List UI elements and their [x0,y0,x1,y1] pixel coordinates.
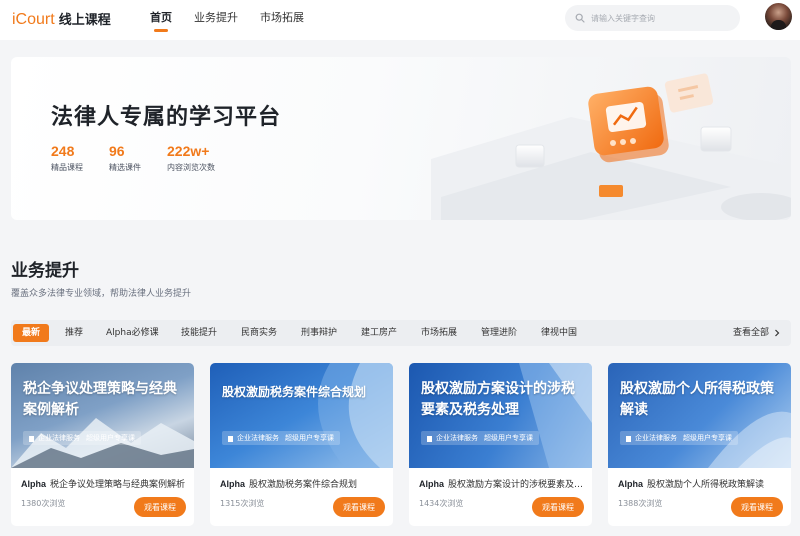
brand-name: iCourt [12,11,55,28]
stat-label: 精品课程 [51,163,83,172]
course-prefix: Alpha [220,479,246,489]
tag-category: 企业法律服务 [436,434,478,442]
tab-management[interactable]: 管理进阶 [481,324,517,342]
banner-illustration [431,73,791,220]
nav-home[interactable]: 首页 [150,0,172,40]
course-prefix: Alpha [618,479,644,489]
tab-alpha-required[interactable]: Alpha必修课 [106,324,159,342]
nav-business[interactable]: 业务提升 [194,0,238,40]
course-cover: 股权激励方案设计的涉税要素及税务处理 企业法律服务 超级用户专享课 [409,363,592,468]
tag-tier: 超级用户专享课 [285,434,334,442]
search-box[interactable] [565,5,740,31]
search-icon [575,13,585,23]
main-nav: 首页 业务提升 市场拓展 [150,0,326,40]
section-title: 业务提升 [11,261,79,281]
category-tabs: 最新 推荐 Alpha必修课 技能提升 民商实务 刑事辩护 建工房产 市场拓展 … [11,320,791,346]
stat-value: 248 [51,143,75,159]
course-tag: 企业法律服务 超级用户专享课 [421,431,539,445]
course-name: Alpha 股权激励个人所得税政策解读 [618,477,783,490]
tab-market-expansion[interactable]: 市场拓展 [421,324,457,342]
site-logo[interactable]: iCourt 线上课程 [12,9,111,29]
banner-stats: 248 精品课程 96 精选课件 222w+ 内容浏览次数 [51,143,241,173]
course-tag: 企业法律服务 超级用户专享课 [23,431,141,445]
course-card[interactable]: 股权激励方案设计的涉税要素及税务处理 企业法律服务 超级用户专享课 Alpha 股权… [409,363,592,526]
stat-value: 96 [109,143,125,159]
cover-background [318,363,393,468]
watch-course-button[interactable]: 观看课程 [532,497,584,517]
tab-construction-realestate[interactable]: 建工房产 [361,324,397,342]
stat-label: 内容浏览次数 [167,163,215,172]
course-cover-title: 税企争议处理策略与经典案例解析 [23,381,177,418]
tag-category: 企业法律服务 [635,434,677,442]
tab-skills[interactable]: 技能提升 [181,324,217,342]
stat-label: 精选课件 [109,163,141,172]
course-card[interactable]: 股权激励税务案件综合规划 企业法律服务 超级用户专享课 Alpha 股权激励税务案件… [210,363,393,526]
course-title: 股权激励个人所得税政策解读 [647,480,765,490]
watch-course-button[interactable]: 观看课程 [134,497,186,517]
course-title: 股权激励方案设计的涉税要素及税务处理 [448,480,584,490]
avatar[interactable] [765,3,792,30]
watch-course-button[interactable]: 观看课程 [333,497,385,517]
chevron-right-icon [775,329,780,337]
section-subtitle: 覆盖众多法律专业领域，帮助法律人业务提升 [11,289,192,299]
brand-suffix: 线上课程 [58,13,111,28]
course-prefix: Alpha [419,479,445,489]
tab-recommended[interactable]: 推荐 [65,324,83,342]
course-name: Alpha 税企争议处理策略与经典案例解析 [21,477,186,490]
course-cover: 税企争议处理策略与经典案例解析 企业法律服务 超级用户专享课 [11,363,194,468]
course-cover-title: 股权激励税务案件综合规划 [222,385,367,399]
course-views: 1434次浏览 [419,499,464,508]
course-title: 股权激励税务案件综合规划 [249,480,358,490]
building-icon [228,435,233,442]
tab-civil-commercial[interactable]: 民商实务 [241,324,277,342]
search-input[interactable] [591,13,731,23]
course-name: Alpha 股权激励税务案件综合规划 [220,477,385,490]
stat-views: 222w+ 内容浏览次数 [167,143,215,173]
course-tag: 企业法律服务 超级用户专享课 [620,431,738,445]
course-cover: 股权激励个人所得税政策解读 企业法律服务 超级用户专享课 [608,363,791,468]
course-cover-title: 股权激励方案设计的涉税要素及税务处理 [421,381,575,418]
tab-latest[interactable]: 最新 [13,324,50,342]
building-icon [29,435,34,442]
top-header: iCourt 线上课程 首页 业务提升 市场拓展 [0,0,800,40]
tab-lawyer-china[interactable]: 律视中国 [541,324,577,342]
stat-value: 222w+ [167,143,210,159]
tab-criminal-defense[interactable]: 刑事辩护 [301,324,337,342]
course-cover-title: 股权激励个人所得税政策解读 [620,381,774,418]
course-cover: 股权激励税务案件综合规划 企业法律服务 超级用户专享课 [210,363,393,468]
course-prefix: Alpha [21,479,47,489]
tag-category: 企业法律服务 [38,434,80,442]
stat-courses: 248 精品课程 [51,143,83,173]
stat-coursewares: 96 精选课件 [109,143,141,173]
course-name: Alpha股权激励方案设计的涉税要素及税务处理 [419,477,584,490]
course-views: 1380次浏览 [21,499,66,508]
hero-banner: 法律人专属的学习平台 248 精品课程 96 精选课件 222w+ 内容浏览次数 [11,57,791,220]
watch-course-button[interactable]: 观看课程 [731,497,783,517]
tag-category: 企业法律服务 [237,434,279,442]
view-all-label: 查看全部 [732,328,769,338]
tag-tier: 超级用户专享课 [683,434,732,442]
view-all-link[interactable]: 查看全部 [733,324,781,342]
tag-tier: 超级用户专享课 [86,434,135,442]
building-icon [427,435,432,442]
nav-market[interactable]: 市场拓展 [260,0,304,40]
course-card[interactable]: 股权激励个人所得税政策解读 企业法律服务 超级用户专享课 Alpha 股权激励个人所… [608,363,791,526]
course-card[interactable]: 税企争议处理策略与经典案例解析 企业法律服务 超级用户专享课 Alpha 税企争议处… [11,363,194,526]
building-icon [626,435,631,442]
course-tag: 企业法律服务 超级用户专享课 [222,431,340,445]
course-title: 税企争议处理策略与经典案例解析 [50,480,186,490]
course-views: 1315次浏览 [220,499,265,508]
course-views: 1388次浏览 [618,499,663,508]
tag-tier: 超级用户专享课 [484,434,533,442]
banner-title: 法律人专属的学习平台 [51,105,282,130]
